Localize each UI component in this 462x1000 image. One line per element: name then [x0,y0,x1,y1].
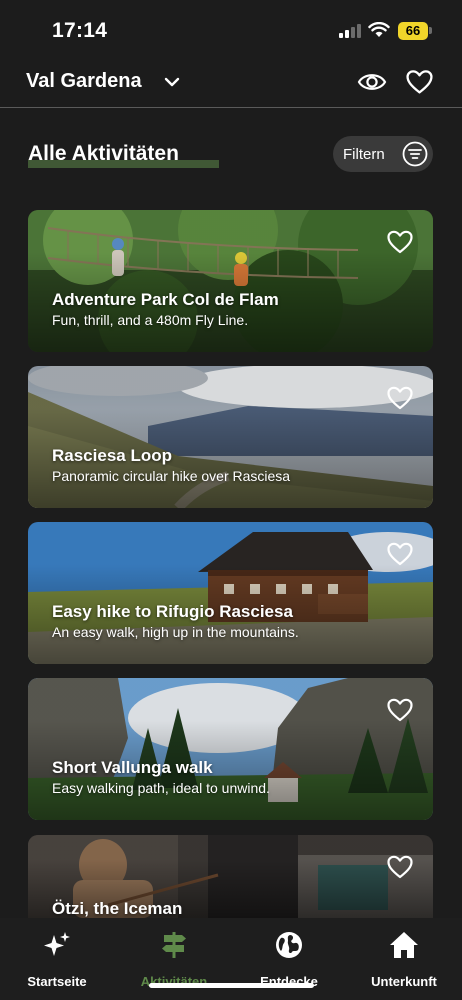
card-shade [28,210,433,352]
nav-label: Startseite [27,974,87,989]
activity-card[interactable]: Rasciesa Loop Panoramic circular hike ov… [28,366,433,508]
signpost-icon [162,932,186,958]
filter-label: Filtern [343,146,385,163]
card-shade [28,678,433,820]
filter-button[interactable]: Filtern [333,136,433,172]
activity-card[interactable]: Adventure Park Col de Flam Fun, thrill, … [28,210,433,352]
app-header: Val Gardena [0,60,462,108]
heart-icon[interactable] [387,855,413,879]
card-shade [28,366,433,508]
location-selector[interactable]: Val Gardena [26,70,142,93]
heart-icon[interactable] [387,230,413,254]
card-title: Rasciesa Loop [52,446,172,465]
activity-card[interactable]: Short Vallunga walk Easy walking path, i… [28,678,433,820]
favorites-heart-icon[interactable] [406,69,433,95]
heart-icon[interactable] [387,386,413,410]
card-subtitle: Easy walking path, ideal to unwind. [52,780,270,796]
home-indicator [149,983,314,988]
status-bar: 17:14 66 [0,0,462,60]
card-title: Easy hike to Rifugio Rasciesa [52,602,293,621]
signal-icon [339,24,361,38]
eye-icon[interactable] [357,69,387,95]
card-subtitle: Panoramic circular hike over Rasciesa [52,468,291,484]
heart-icon[interactable] [387,542,413,566]
status-time: 17:14 [52,19,108,42]
activity-card[interactable]: Ötzi, the Iceman [28,835,433,918]
page-title: Alle Aktivitäten [28,142,179,165]
card-title: Short Vallunga walk [52,758,213,777]
globe-icon [276,932,302,958]
card-subtitle: Fun, thrill, and a 480m Fly Line. [52,312,249,328]
card-title: Ötzi, the Iceman [52,899,183,918]
activity-card[interactable]: Easy hike to Rifugio Rasciesa An easy wa… [28,522,433,664]
filter-icon [402,141,428,167]
card-title: Adventure Park Col de Flam [52,290,279,309]
battery-cap [429,27,432,34]
chevron-down-icon[interactable] [162,72,182,92]
card-subtitle: An easy walk, high up in the mountains. [52,624,299,640]
sparkle-icon [44,932,70,956]
house-icon [390,932,418,958]
nav-item-unterkunft[interactable]: Unterkunft [360,918,448,1000]
card-shade [28,522,433,664]
nav-label: Unterkunft [371,974,437,989]
battery-indicator: 66 [398,22,428,40]
wifi-icon [368,22,390,37]
heart-icon[interactable] [387,698,413,722]
nav-item-startseite[interactable]: Startseite [14,918,100,1000]
